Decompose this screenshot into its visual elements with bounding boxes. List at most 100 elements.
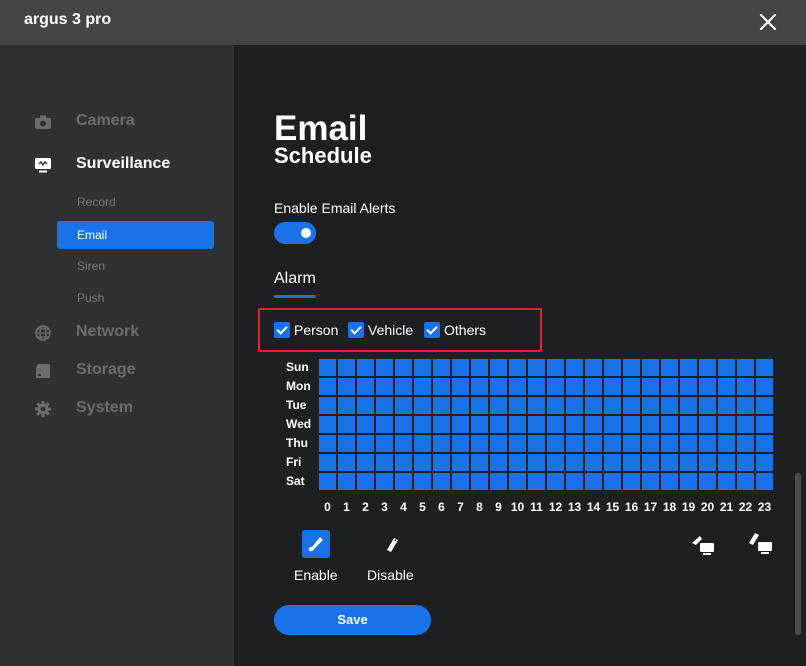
schedule-cell[interactable] (338, 378, 355, 395)
schedule-cell[interactable] (680, 473, 697, 490)
schedule-cell[interactable] (756, 359, 773, 376)
schedule-cell[interactable] (452, 397, 469, 414)
schedule-cell[interactable] (490, 378, 507, 395)
schedule-cell[interactable] (737, 416, 754, 433)
enable-brush-tool[interactable]: Enable (290, 530, 346, 585)
schedule-cell[interactable] (433, 397, 450, 414)
schedule-cell[interactable] (319, 416, 336, 433)
schedule-cell[interactable] (737, 473, 754, 490)
schedule-cell[interactable] (528, 378, 545, 395)
schedule-cell[interactable] (357, 435, 374, 452)
schedule-cell[interactable] (490, 435, 507, 452)
schedule-cell[interactable] (623, 473, 640, 490)
schedule-cell[interactable] (509, 378, 526, 395)
schedule-cell[interactable] (452, 359, 469, 376)
schedule-cell[interactable] (338, 454, 355, 471)
schedule-cell[interactable] (471, 454, 488, 471)
schedule-cell[interactable] (395, 454, 412, 471)
sidebar-item-camera[interactable]: Camera (0, 108, 234, 136)
schedule-cell[interactable] (756, 435, 773, 452)
schedule-cell[interactable] (376, 416, 393, 433)
schedule-cell[interactable] (604, 378, 621, 395)
schedule-cell[interactable] (414, 435, 431, 452)
schedule-cell[interactable] (471, 473, 488, 490)
schedule-cell[interactable] (414, 454, 431, 471)
schedule-cell[interactable] (452, 435, 469, 452)
schedule-cell[interactable] (756, 454, 773, 471)
schedule-cell[interactable] (604, 416, 621, 433)
schedule-cell[interactable] (452, 454, 469, 471)
schedule-cell[interactable] (756, 473, 773, 490)
schedule-cell[interactable] (585, 378, 602, 395)
schedule-cell[interactable] (338, 473, 355, 490)
schedule-cell[interactable] (718, 454, 735, 471)
schedule-cell[interactable] (547, 435, 564, 452)
schedule-cell[interactable] (471, 435, 488, 452)
schedule-cell[interactable] (509, 359, 526, 376)
schedule-cell[interactable] (490, 359, 507, 376)
schedule-cell[interactable] (680, 397, 697, 414)
tab-alarm[interactable]: Alarm (274, 270, 316, 288)
schedule-cell[interactable] (376, 397, 393, 414)
sidebar-item-network[interactable]: Network (0, 319, 234, 347)
schedule-cell[interactable] (737, 359, 754, 376)
schedule-cell[interactable] (623, 378, 640, 395)
schedule-cell[interactable] (604, 454, 621, 471)
schedule-cell[interactable] (718, 435, 735, 452)
disable-eraser-tool[interactable]: Disable (364, 530, 420, 585)
schedule-cell[interactable] (642, 473, 659, 490)
schedule-cell[interactable] (357, 397, 374, 414)
schedule-cell[interactable] (319, 454, 336, 471)
schedule-cell[interactable] (376, 359, 393, 376)
schedule-cell[interactable] (585, 435, 602, 452)
schedule-cell[interactable] (319, 473, 336, 490)
schedule-cell[interactable] (566, 397, 583, 414)
sidebar-subitem-siren[interactable]: Siren (57, 252, 214, 280)
schedule-cell[interactable] (699, 454, 716, 471)
schedule-cell[interactable] (338, 359, 355, 376)
schedule-cell[interactable] (433, 359, 450, 376)
schedule-cell[interactable] (433, 416, 450, 433)
schedule-cell[interactable] (585, 454, 602, 471)
schedule-cell[interactable] (338, 416, 355, 433)
schedule-cell[interactable] (395, 435, 412, 452)
schedule-cell[interactable] (338, 435, 355, 452)
schedule-cell[interactable] (509, 454, 526, 471)
schedule-cell[interactable] (585, 359, 602, 376)
schedule-cell[interactable] (357, 454, 374, 471)
schedule-cell[interactable] (528, 359, 545, 376)
select-all-tool[interactable] (688, 531, 716, 559)
schedule-cell[interactable] (661, 378, 678, 395)
schedule-cell[interactable] (699, 416, 716, 433)
schedule-cell[interactable] (547, 378, 564, 395)
schedule-cell[interactable] (661, 416, 678, 433)
schedule-cell[interactable] (357, 359, 374, 376)
scrollbar-thumb[interactable] (795, 473, 801, 635)
schedule-cell[interactable] (718, 416, 735, 433)
schedule-cell[interactable] (452, 378, 469, 395)
schedule-cell[interactable] (414, 416, 431, 433)
schedule-cell[interactable] (490, 454, 507, 471)
close-button[interactable] (755, 9, 781, 35)
schedule-cell[interactable] (623, 359, 640, 376)
schedule-cell[interactable] (471, 397, 488, 414)
schedule-cell[interactable] (319, 397, 336, 414)
schedule-cell[interactable] (433, 378, 450, 395)
schedule-cell[interactable] (471, 359, 488, 376)
schedule-cell[interactable] (414, 397, 431, 414)
schedule-cell[interactable] (737, 435, 754, 452)
schedule-cell[interactable] (395, 397, 412, 414)
schedule-cell[interactable] (509, 397, 526, 414)
schedule-cell[interactable] (528, 435, 545, 452)
schedule-cell[interactable] (604, 397, 621, 414)
schedule-cell[interactable] (547, 454, 564, 471)
sidebar-subitem-record[interactable]: Record (57, 188, 214, 216)
schedule-cell[interactable] (528, 397, 545, 414)
schedule-cell[interactable] (680, 454, 697, 471)
schedule-cell[interactable] (642, 435, 659, 452)
schedule-cell[interactable] (547, 473, 564, 490)
schedule-cell[interactable] (623, 416, 640, 433)
schedule-cell[interactable] (509, 473, 526, 490)
schedule-cell[interactable] (357, 473, 374, 490)
schedule-cell[interactable] (452, 473, 469, 490)
